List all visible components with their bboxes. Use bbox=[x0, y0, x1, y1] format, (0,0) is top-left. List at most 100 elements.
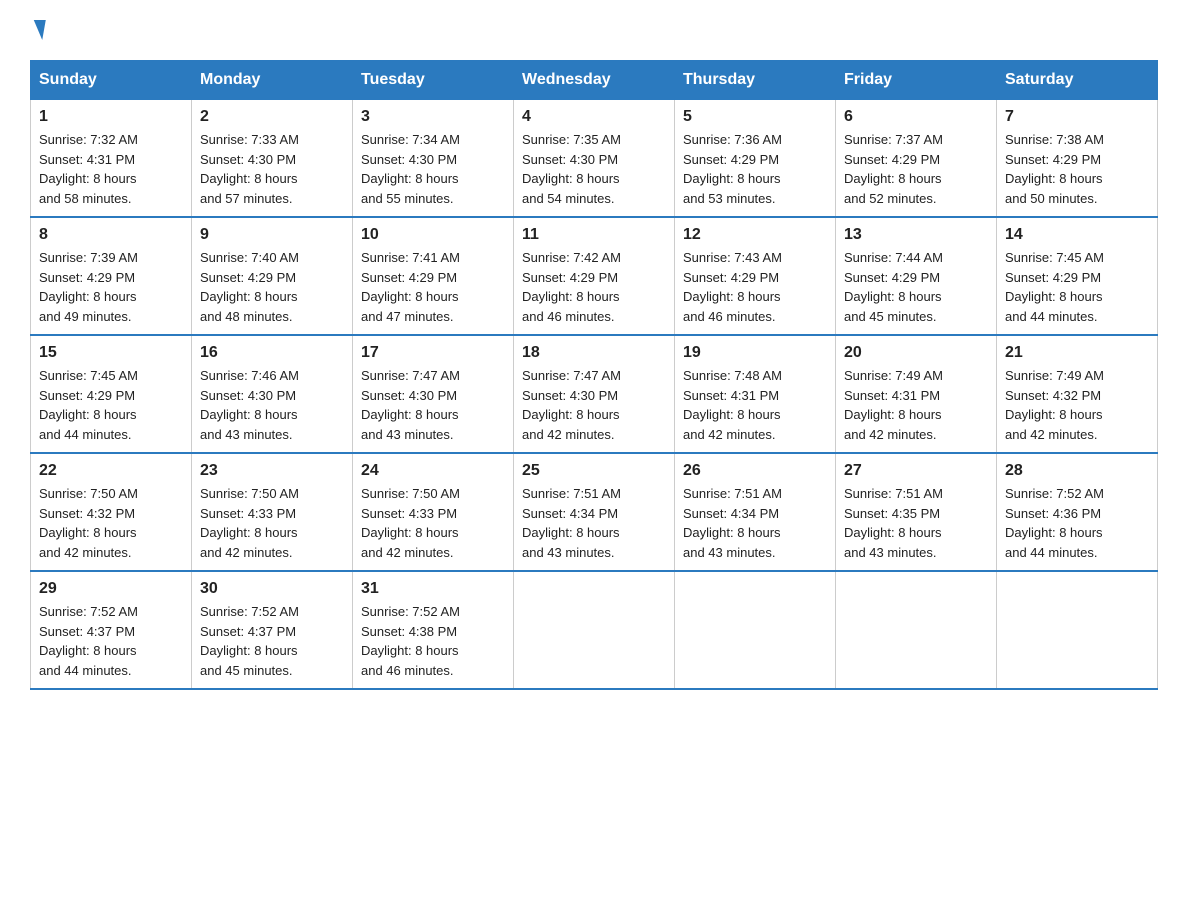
weekday-header-wednesday: Wednesday bbox=[514, 61, 675, 100]
day-info: Sunrise: 7:52 AMSunset: 4:36 PMDaylight:… bbox=[1005, 484, 1149, 562]
day-number: 28 bbox=[1005, 462, 1149, 480]
calendar-cell: 3 Sunrise: 7:34 AMSunset: 4:30 PMDayligh… bbox=[353, 100, 514, 218]
calendar-week-1: 1 Sunrise: 7:32 AMSunset: 4:31 PMDayligh… bbox=[31, 100, 1158, 218]
calendar-cell: 10 Sunrise: 7:41 AMSunset: 4:29 PMDaylig… bbox=[353, 217, 514, 335]
day-info: Sunrise: 7:39 AMSunset: 4:29 PMDaylight:… bbox=[39, 248, 183, 326]
day-info: Sunrise: 7:50 AMSunset: 4:32 PMDaylight:… bbox=[39, 484, 183, 562]
calendar-cell: 13 Sunrise: 7:44 AMSunset: 4:29 PMDaylig… bbox=[836, 217, 997, 335]
calendar-week-2: 8 Sunrise: 7:39 AMSunset: 4:29 PMDayligh… bbox=[31, 217, 1158, 335]
day-number: 2 bbox=[200, 108, 344, 126]
day-number: 16 bbox=[200, 344, 344, 362]
logo-arrow-icon bbox=[30, 20, 46, 40]
calendar-cell: 5 Sunrise: 7:36 AMSunset: 4:29 PMDayligh… bbox=[675, 100, 836, 218]
day-number: 30 bbox=[200, 580, 344, 598]
calendar-cell: 11 Sunrise: 7:42 AMSunset: 4:29 PMDaylig… bbox=[514, 217, 675, 335]
calendar-table: SundayMondayTuesdayWednesdayThursdayFrid… bbox=[30, 60, 1158, 690]
calendar-cell: 14 Sunrise: 7:45 AMSunset: 4:29 PMDaylig… bbox=[997, 217, 1158, 335]
calendar-cell: 31 Sunrise: 7:52 AMSunset: 4:38 PMDaylig… bbox=[353, 571, 514, 689]
day-number: 9 bbox=[200, 226, 344, 244]
day-info: Sunrise: 7:41 AMSunset: 4:29 PMDaylight:… bbox=[361, 248, 505, 326]
calendar-cell: 26 Sunrise: 7:51 AMSunset: 4:34 PMDaylig… bbox=[675, 453, 836, 571]
day-number: 12 bbox=[683, 226, 827, 244]
day-info: Sunrise: 7:38 AMSunset: 4:29 PMDaylight:… bbox=[1005, 130, 1149, 208]
day-number: 1 bbox=[39, 108, 183, 126]
calendar-cell: 9 Sunrise: 7:40 AMSunset: 4:29 PMDayligh… bbox=[192, 217, 353, 335]
day-info: Sunrise: 7:33 AMSunset: 4:30 PMDaylight:… bbox=[200, 130, 344, 208]
day-number: 29 bbox=[39, 580, 183, 598]
weekday-header-sunday: Sunday bbox=[31, 61, 192, 100]
calendar-cell: 6 Sunrise: 7:37 AMSunset: 4:29 PMDayligh… bbox=[836, 100, 997, 218]
day-info: Sunrise: 7:48 AMSunset: 4:31 PMDaylight:… bbox=[683, 366, 827, 444]
calendar-cell: 19 Sunrise: 7:48 AMSunset: 4:31 PMDaylig… bbox=[675, 335, 836, 453]
day-info: Sunrise: 7:45 AMSunset: 4:29 PMDaylight:… bbox=[39, 366, 183, 444]
day-info: Sunrise: 7:52 AMSunset: 4:37 PMDaylight:… bbox=[39, 602, 183, 680]
page-header bbox=[30, 20, 1158, 40]
day-number: 8 bbox=[39, 226, 183, 244]
day-info: Sunrise: 7:37 AMSunset: 4:29 PMDaylight:… bbox=[844, 130, 988, 208]
weekday-header-monday: Monday bbox=[192, 61, 353, 100]
day-number: 31 bbox=[361, 580, 505, 598]
day-number: 3 bbox=[361, 108, 505, 126]
calendar-cell: 20 Sunrise: 7:49 AMSunset: 4:31 PMDaylig… bbox=[836, 335, 997, 453]
day-info: Sunrise: 7:47 AMSunset: 4:30 PMDaylight:… bbox=[361, 366, 505, 444]
day-number: 14 bbox=[1005, 226, 1149, 244]
calendar-cell: 29 Sunrise: 7:52 AMSunset: 4:37 PMDaylig… bbox=[31, 571, 192, 689]
calendar-cell: 8 Sunrise: 7:39 AMSunset: 4:29 PMDayligh… bbox=[31, 217, 192, 335]
calendar-header: SundayMondayTuesdayWednesdayThursdayFrid… bbox=[31, 61, 1158, 100]
calendar-week-3: 15 Sunrise: 7:45 AMSunset: 4:29 PMDaylig… bbox=[31, 335, 1158, 453]
day-info: Sunrise: 7:49 AMSunset: 4:32 PMDaylight:… bbox=[1005, 366, 1149, 444]
calendar-cell: 2 Sunrise: 7:33 AMSunset: 4:30 PMDayligh… bbox=[192, 100, 353, 218]
day-info: Sunrise: 7:34 AMSunset: 4:30 PMDaylight:… bbox=[361, 130, 505, 208]
day-number: 25 bbox=[522, 462, 666, 480]
weekday-header-row: SundayMondayTuesdayWednesdayThursdayFrid… bbox=[31, 61, 1158, 100]
day-info: Sunrise: 7:35 AMSunset: 4:30 PMDaylight:… bbox=[522, 130, 666, 208]
calendar-cell: 16 Sunrise: 7:46 AMSunset: 4:30 PMDaylig… bbox=[192, 335, 353, 453]
calendar-cell bbox=[997, 571, 1158, 689]
weekday-header-saturday: Saturday bbox=[997, 61, 1158, 100]
day-info: Sunrise: 7:40 AMSunset: 4:29 PMDaylight:… bbox=[200, 248, 344, 326]
day-number: 7 bbox=[1005, 108, 1149, 126]
day-number: 27 bbox=[844, 462, 988, 480]
calendar-cell: 24 Sunrise: 7:50 AMSunset: 4:33 PMDaylig… bbox=[353, 453, 514, 571]
day-info: Sunrise: 7:46 AMSunset: 4:30 PMDaylight:… bbox=[200, 366, 344, 444]
calendar-cell: 25 Sunrise: 7:51 AMSunset: 4:34 PMDaylig… bbox=[514, 453, 675, 571]
day-info: Sunrise: 7:51 AMSunset: 4:35 PMDaylight:… bbox=[844, 484, 988, 562]
day-info: Sunrise: 7:49 AMSunset: 4:31 PMDaylight:… bbox=[844, 366, 988, 444]
weekday-header-tuesday: Tuesday bbox=[353, 61, 514, 100]
calendar-week-4: 22 Sunrise: 7:50 AMSunset: 4:32 PMDaylig… bbox=[31, 453, 1158, 571]
day-number: 15 bbox=[39, 344, 183, 362]
calendar-cell: 18 Sunrise: 7:47 AMSunset: 4:30 PMDaylig… bbox=[514, 335, 675, 453]
day-number: 19 bbox=[683, 344, 827, 362]
calendar-cell bbox=[675, 571, 836, 689]
day-number: 10 bbox=[361, 226, 505, 244]
day-number: 17 bbox=[361, 344, 505, 362]
day-info: Sunrise: 7:52 AMSunset: 4:37 PMDaylight:… bbox=[200, 602, 344, 680]
calendar-cell bbox=[836, 571, 997, 689]
day-info: Sunrise: 7:51 AMSunset: 4:34 PMDaylight:… bbox=[683, 484, 827, 562]
calendar-cell: 28 Sunrise: 7:52 AMSunset: 4:36 PMDaylig… bbox=[997, 453, 1158, 571]
day-info: Sunrise: 7:45 AMSunset: 4:29 PMDaylight:… bbox=[1005, 248, 1149, 326]
calendar-cell: 1 Sunrise: 7:32 AMSunset: 4:31 PMDayligh… bbox=[31, 100, 192, 218]
weekday-header-thursday: Thursday bbox=[675, 61, 836, 100]
day-number: 4 bbox=[522, 108, 666, 126]
calendar-cell: 15 Sunrise: 7:45 AMSunset: 4:29 PMDaylig… bbox=[31, 335, 192, 453]
day-number: 22 bbox=[39, 462, 183, 480]
day-number: 26 bbox=[683, 462, 827, 480]
day-number: 6 bbox=[844, 108, 988, 126]
calendar-body: 1 Sunrise: 7:32 AMSunset: 4:31 PMDayligh… bbox=[31, 100, 1158, 690]
calendar-cell bbox=[514, 571, 675, 689]
day-number: 21 bbox=[1005, 344, 1149, 362]
day-number: 18 bbox=[522, 344, 666, 362]
logo bbox=[30, 20, 44, 40]
calendar-cell: 22 Sunrise: 7:50 AMSunset: 4:32 PMDaylig… bbox=[31, 453, 192, 571]
calendar-cell: 17 Sunrise: 7:47 AMSunset: 4:30 PMDaylig… bbox=[353, 335, 514, 453]
calendar-cell: 27 Sunrise: 7:51 AMSunset: 4:35 PMDaylig… bbox=[836, 453, 997, 571]
day-info: Sunrise: 7:36 AMSunset: 4:29 PMDaylight:… bbox=[683, 130, 827, 208]
day-number: 23 bbox=[200, 462, 344, 480]
calendar-cell: 30 Sunrise: 7:52 AMSunset: 4:37 PMDaylig… bbox=[192, 571, 353, 689]
calendar-cell: 21 Sunrise: 7:49 AMSunset: 4:32 PMDaylig… bbox=[997, 335, 1158, 453]
day-info: Sunrise: 7:44 AMSunset: 4:29 PMDaylight:… bbox=[844, 248, 988, 326]
calendar-cell: 4 Sunrise: 7:35 AMSunset: 4:30 PMDayligh… bbox=[514, 100, 675, 218]
day-info: Sunrise: 7:52 AMSunset: 4:38 PMDaylight:… bbox=[361, 602, 505, 680]
calendar-cell: 12 Sunrise: 7:43 AMSunset: 4:29 PMDaylig… bbox=[675, 217, 836, 335]
